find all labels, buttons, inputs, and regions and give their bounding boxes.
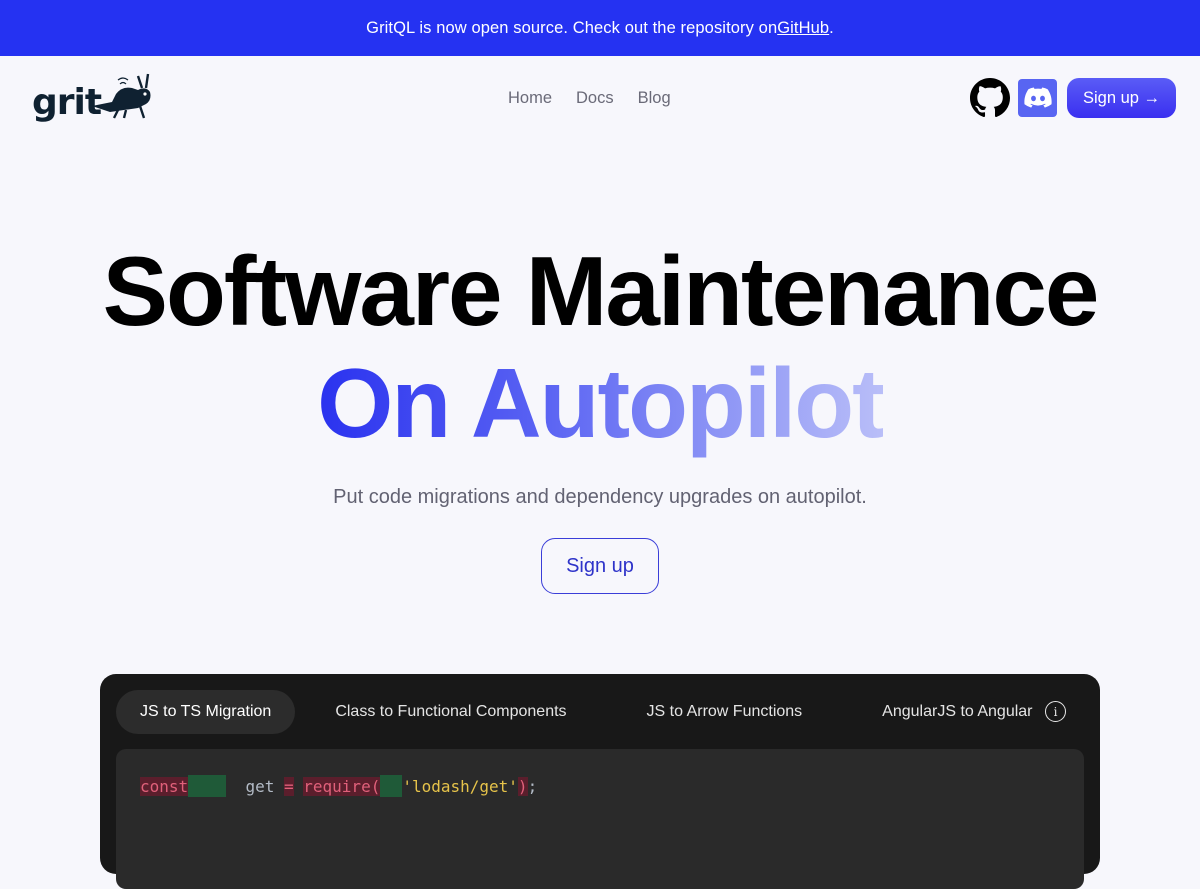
tab-angularjs-to-angular[interactable]: AngularJS to Angular: [858, 690, 1056, 734]
code-diff-panel: const get = require( 'lodash/get');: [116, 749, 1084, 889]
hero-tagline: Put code migrations and dependency upgra…: [333, 486, 867, 508]
hero-signup-button[interactable]: Sign up: [541, 538, 659, 594]
top-nav: grit Home Docs Blog Sign up →: [0, 56, 1200, 140]
nav-signup-button[interactable]: Sign up →: [1067, 78, 1176, 118]
github-icon: [970, 78, 1010, 118]
discord-link[interactable]: [1018, 79, 1057, 117]
hero-subtitle-text: On Autopilot: [317, 348, 885, 458]
discord-icon: [1023, 87, 1052, 108]
tab-class-to-functional[interactable]: Class to Functional Components: [311, 690, 590, 734]
code-token-added: [188, 775, 227, 797]
announcement-banner: GritQL is now open source. Check out the…: [0, 0, 1200, 56]
banner-text: GritQL is now open source. Check out the…: [366, 18, 778, 37]
hero-title: Software Maintenance: [102, 236, 1100, 346]
info-icon[interactable]: i: [1045, 701, 1066, 722]
nav-link-home[interactable]: Home: [508, 89, 552, 108]
code-token-string: 'lodash/get': [402, 776, 518, 796]
code-token: get: [245, 776, 275, 796]
banner-github-link[interactable]: GitHub: [777, 19, 829, 38]
nav-links: Home Docs Blog: [508, 89, 671, 108]
code-token-deleted: =: [283, 776, 294, 796]
tab-js-to-ts[interactable]: JS to TS Migration: [116, 690, 296, 734]
banner-text-end: .: [829, 18, 834, 37]
code-token: ;: [527, 776, 538, 796]
github-link[interactable]: [970, 78, 1010, 118]
tab-js-to-arrow[interactable]: JS to Arrow Functions: [623, 690, 827, 734]
code-line: const get = require( 'lodash/get');: [140, 775, 537, 797]
nav-link-docs[interactable]: Docs: [576, 89, 614, 108]
nav-link-blog[interactable]: Blog: [638, 89, 671, 108]
migration-demo-panel: JS to TS Migration Class to Functional C…: [100, 674, 1100, 889]
code-token-deleted: require(: [303, 776, 381, 796]
code-token-added: [380, 775, 403, 797]
migration-tabs: JS to TS Migration Class to Functional C…: [116, 690, 1065, 734]
hero-subtitle: On Autopilot: [0, 348, 1200, 458]
code-token-deleted: ): [517, 776, 528, 796]
grasshopper-icon: [92, 73, 151, 119]
grit-logo[interactable]: grit: [30, 72, 155, 124]
code-token-deleted: const: [140, 776, 189, 796]
